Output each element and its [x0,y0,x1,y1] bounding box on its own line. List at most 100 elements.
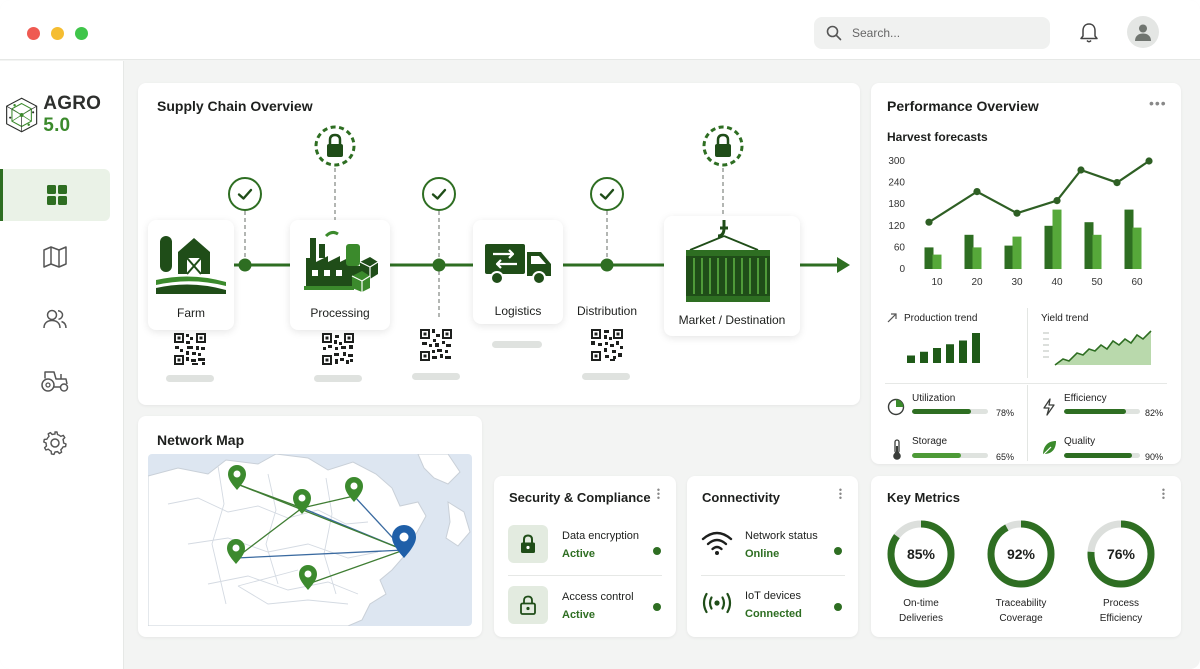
gauge-label-line: On-time [903,598,939,609]
qr-code-icon[interactable] [591,329,623,361]
lock-icon [521,534,535,553]
tractor-icon [41,371,69,392]
bell-icon[interactable] [1079,22,1099,44]
barn-icon [156,236,226,294]
more-options-icon[interactable]: ••• [1149,96,1167,110]
quality-bar [1064,453,1140,458]
lock-icon-box [508,525,548,563]
stage-label-farm: Farm [177,306,205,320]
gauge-label-line: Traceability [995,598,1047,609]
more-options-icon[interactable]: ••• [838,486,844,503]
hexagon-logo-icon [6,97,38,133]
network-map-title: Network Map [157,432,245,448]
stage-logistics[interactable]: Logistics [473,220,563,324]
metric-label-efficiency: Efficiency [1064,393,1107,404]
label-placeholder [492,341,542,348]
label-placeholder [582,373,630,380]
y-tick-label: 180 [888,199,905,210]
search-box[interactable] [814,17,1050,49]
qr-code-icon[interactable] [174,333,206,365]
brand-logo[interactable]: AGRO 5.0 [4,93,123,137]
harvest-bar [964,234,974,269]
performance-card: Performance Overview ••• Harvest forecas… [871,83,1181,464]
stage-market[interactable]: Market / Destination [664,216,800,336]
stage-label-logistics: Logistics [494,304,542,318]
x-tick-label: 60 [1131,277,1143,288]
connectivity-row-status: Online [745,548,780,560]
harvest-forecast-line [928,160,1150,224]
more-options-icon[interactable]: ••• [1161,486,1167,503]
sidebar: AGRO 5.0 [0,61,124,669]
metric-value-storage: 65% [996,452,1015,462]
blockchain-lock-icon [702,125,744,167]
metric-label-utilization: Utilization [912,393,956,404]
sidebar-item-tractor[interactable] [0,355,110,407]
yield-trend-chart [1043,330,1152,366]
status-indicator [653,603,661,611]
supply-chain-card: Supply Chain Overview Farm Processing Lo… [138,83,860,405]
connectivity-row-status: Connected [745,608,802,620]
verified-check-icon [590,177,624,211]
stage-label-processing: Processing [310,306,370,320]
thermometer-icon [893,439,901,460]
harvest-bar [1044,225,1054,269]
security-row-title: Data encryption [562,530,640,542]
x-tick-label: 30 [1011,277,1023,288]
more-options-icon[interactable]: ••• [656,486,662,503]
metric-value-utilization: 78% [996,408,1015,418]
x-tick-label: 20 [971,277,983,288]
network-map-card: Network Map [138,416,482,637]
harvest-forecast-chart: 0 60 120 180 240 300 10 20 30 40 50 60 [888,156,1153,288]
sidebar-item-dashboard[interactable] [0,169,110,221]
user-icon [1135,24,1151,41]
sidebar-item-users[interactable] [0,293,110,345]
stage-farm[interactable]: Farm [148,220,234,330]
qr-code-icon[interactable] [322,333,354,365]
label-placeholder [412,373,460,380]
harvest-bar [1012,236,1022,269]
lock-outline-icon [520,595,536,615]
gauge-value: 85% [906,546,936,562]
search-input[interactable] [852,26,1032,40]
harvest-bar [1132,227,1142,269]
harvest-bar [924,247,934,269]
sidebar-item-map[interactable] [0,231,110,283]
stage-processing[interactable]: Processing [290,220,390,330]
iot-signal-icon [702,592,732,614]
app-window: AGRO 5.0 [0,0,1200,669]
wifi-icon [701,531,733,555]
pie-icon [887,398,905,416]
production-trend-bar [933,348,941,363]
bolt-icon [1043,398,1055,416]
close-window-button[interactable] [27,27,40,40]
verified-check-icon [228,177,262,211]
y-tick-label: 60 [894,242,906,253]
forecast-point [1053,197,1061,205]
label-placeholder [314,375,362,382]
yield-trend-label: Yield trend [1041,313,1089,324]
lock-icon-box [508,586,548,624]
network-map[interactable] [148,454,472,626]
connectivity-card: Connectivity • • • Network status Online I… [687,476,858,637]
forecast-point [973,188,981,196]
forecast-point [1113,179,1121,187]
utilization-bar [912,409,988,414]
minimize-window-button[interactable] [51,27,64,40]
gauge-label: On-time Deliveries [876,596,966,626]
user-avatar[interactable] [1127,16,1159,48]
production-trend-bar [920,351,928,363]
gauge-label: Traceability Coverage [976,596,1066,626]
qr-code-icon[interactable] [420,329,452,361]
connectivity-row-title: IoT devices [745,590,802,602]
brand-name: AGRO [43,93,102,114]
production-trend-chart [907,333,980,363]
storage-bar [912,453,988,458]
harvest-bar [1124,209,1134,269]
grid-icon [46,185,67,205]
maximize-window-button[interactable] [75,27,88,40]
connectivity-row-title: Network status [745,530,818,542]
metric-value-quality: 90% [1145,452,1164,462]
truck-icon [485,244,551,285]
forecast-point [1077,166,1085,174]
sidebar-item-settings[interactable] [0,417,110,469]
